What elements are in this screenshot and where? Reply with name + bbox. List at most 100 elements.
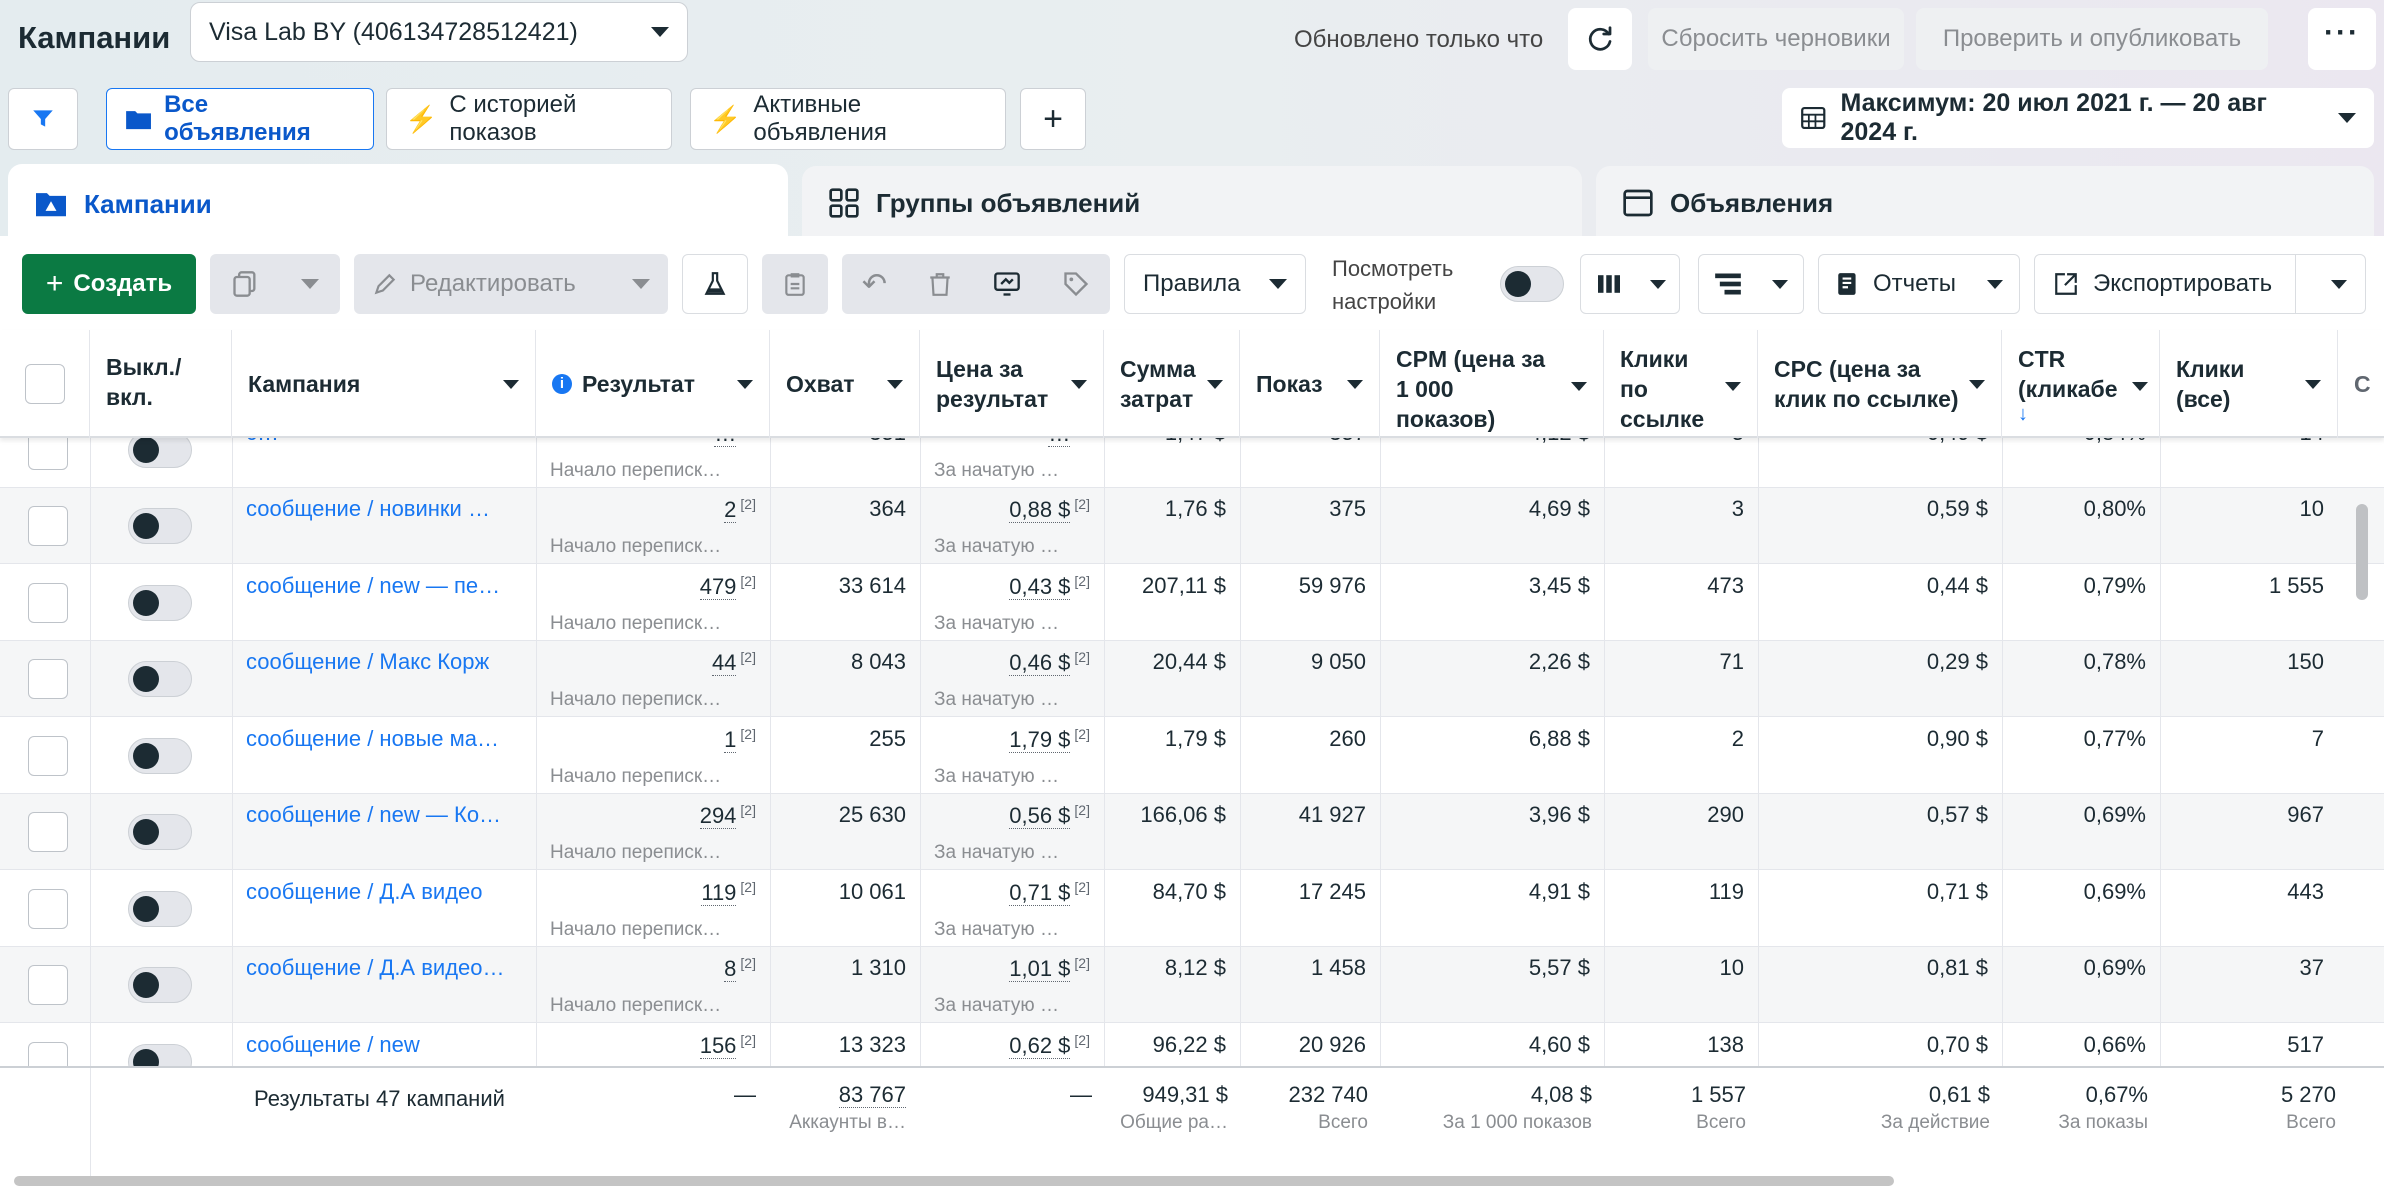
header-ctr[interactable]: CTR (кликабе ↓ bbox=[2002, 330, 2160, 438]
tab-active-ads[interactable]: ⚡ Активные объявления bbox=[690, 88, 1006, 150]
header-reach[interactable]: Охват bbox=[770, 330, 920, 438]
cell-spend: 1,79 $ bbox=[1164, 725, 1226, 751]
filter-button[interactable] bbox=[8, 88, 78, 150]
campaign-toggle[interactable] bbox=[128, 661, 192, 697]
table-row[interactable]: сообщение / Д.А видео… 8 [2] Начало перепис… bbox=[0, 947, 2384, 1023]
chevron-down-icon bbox=[1772, 279, 1788, 289]
ab-test-button[interactable] bbox=[682, 254, 748, 314]
cell-impr: 260 bbox=[1329, 725, 1366, 751]
cell-all: 7 bbox=[2311, 725, 2324, 751]
history-label: С историей показов bbox=[449, 91, 577, 146]
account-selector[interactable]: Visa Lab BY (406134728512421) bbox=[190, 2, 688, 62]
header-all-clicks[interactable]: Клики (все) bbox=[2160, 330, 2338, 438]
folder-icon bbox=[126, 111, 151, 130]
table-row[interactable]: сообщение / new — Ко… 294 [2] Начало перепи… bbox=[0, 794, 2384, 870]
sort-desc-arrow-icon: ↓ bbox=[2018, 403, 2028, 425]
rules-label: Правила bbox=[1143, 270, 1241, 297]
sort-caret-icon bbox=[2305, 379, 2321, 389]
edit-button[interactable]: Редактировать bbox=[354, 254, 668, 314]
tab-history[interactable]: ⚡ С историей показов bbox=[386, 88, 672, 150]
campaign-name-link[interactable]: сообщение / новые ма… bbox=[232, 718, 536, 794]
review-publish-button[interactable]: Проверить и опубликовать bbox=[1916, 8, 2268, 70]
campaign-name-link[interactable]: сообщение / Д.А видео… bbox=[232, 947, 536, 1023]
campaign-toggle[interactable] bbox=[128, 967, 192, 1003]
tab-ads[interactable]: Объявления bbox=[1596, 166, 2374, 240]
table-header: Выкл./вкл. Кампания i Результат Охват Цен… bbox=[0, 330, 2384, 438]
header-result[interactable]: i Результат bbox=[536, 330, 770, 438]
export-button[interactable]: Экспортировать bbox=[2034, 254, 2366, 314]
row-checkbox[interactable] bbox=[28, 888, 68, 929]
columns-icon bbox=[1597, 275, 1620, 293]
row-checkbox[interactable] bbox=[28, 812, 68, 852]
select-all-checkbox[interactable] bbox=[24, 364, 65, 404]
cell-reach: 364 bbox=[869, 496, 906, 521]
header-cpc[interactable]: CPC (цена за клик по ссылке) bbox=[1758, 330, 2002, 438]
header-cost-per-result[interactable]: Цена за результат bbox=[920, 330, 1104, 438]
header-campaign[interactable]: Кампания bbox=[232, 330, 536, 438]
add-view-button[interactable]: + bbox=[1020, 88, 1086, 150]
adsets-tab-label: Группы объявлений bbox=[876, 187, 1141, 218]
tab-all-ads[interactable]: Все объявления bbox=[106, 88, 374, 150]
rules-button[interactable]: Правила bbox=[1124, 254, 1306, 314]
footer-spend: 949,31 $ Общие ра… bbox=[1120, 1082, 1228, 1133]
cell-all: 967 bbox=[2287, 802, 2324, 827]
date-range-picker[interactable]: Максимум: 20 июл 2021 г. — 20 авг 2024 г… bbox=[1782, 88, 2374, 148]
header-impressions[interactable]: Показ bbox=[1240, 330, 1380, 438]
plus-icon: + bbox=[1043, 99, 1063, 138]
campaign-toggle[interactable] bbox=[128, 508, 192, 544]
footer-reach: 83 767 Аккаунты в… bbox=[789, 1082, 906, 1133]
cell-clicks: 473 bbox=[1707, 572, 1744, 598]
header-link-clicks[interactable]: Клики по ссылке bbox=[1604, 330, 1758, 438]
refresh-button[interactable] bbox=[1568, 8, 1632, 70]
campaign-name-link[interactable]: сообщение / Макс Корж bbox=[232, 641, 536, 717]
campaign-name-link[interactable]: сообщение / Д.А видео bbox=[232, 871, 536, 947]
row-checkbox[interactable] bbox=[28, 659, 68, 699]
tag-icon[interactable] bbox=[1062, 270, 1090, 298]
horizontal-scrollbar[interactable] bbox=[14, 1176, 1894, 1186]
row-checkbox[interactable] bbox=[28, 735, 68, 776]
column-divider bbox=[90, 438, 91, 1072]
table-row[interactable]: сообщение / new — пе… 479 [2] Начало перепи… bbox=[0, 565, 2384, 641]
campaign-toggle[interactable] bbox=[128, 737, 192, 774]
vertical-scrollbar[interactable] bbox=[2356, 504, 2368, 600]
header-spend[interactable]: Сумма затрат bbox=[1104, 330, 1240, 438]
tab-campaigns[interactable]: Кампании bbox=[8, 164, 788, 244]
campaign-toggle[interactable] bbox=[128, 814, 192, 850]
tab-adsets[interactable]: Группы объявлений bbox=[802, 166, 1582, 240]
column-divider bbox=[1240, 438, 1241, 1072]
discard-drafts-button[interactable]: Сбросить черновики bbox=[1648, 8, 1904, 70]
view-settings-toggle[interactable] bbox=[1500, 266, 1564, 308]
columns-button[interactable] bbox=[1580, 254, 1680, 314]
table-row[interactable]: сообщение / новые ма… 1 [2] Начало переписк… bbox=[0, 718, 2384, 794]
move-icon[interactable] bbox=[992, 270, 1022, 298]
duplicate-button[interactable] bbox=[210, 254, 340, 314]
row-checkbox[interactable] bbox=[28, 965, 68, 1005]
more-button[interactable]: ··· bbox=[2308, 8, 2376, 70]
footer-impressions: 232 740 Всего bbox=[1288, 1082, 1368, 1133]
campaign-name-link[interactable]: сообщение / new — Ко… bbox=[232, 794, 536, 870]
cell-impr: 1 458 bbox=[1310, 955, 1366, 980]
sort-caret-icon bbox=[737, 379, 753, 389]
row-checkbox[interactable] bbox=[28, 506, 68, 546]
breakdown-button[interactable] bbox=[1698, 254, 1804, 314]
reports-button[interactable]: Отчеты bbox=[1818, 254, 2020, 314]
campaign-toggle[interactable] bbox=[128, 584, 192, 621]
undo-icon[interactable]: ↶ bbox=[862, 267, 887, 302]
campaign-name-link[interactable]: сообщение / новинки … bbox=[232, 488, 536, 564]
campaign-toggle[interactable] bbox=[128, 890, 192, 927]
clipboard-button[interactable] bbox=[762, 254, 828, 314]
divider bbox=[2295, 255, 2296, 313]
select-all-cell bbox=[0, 330, 90, 438]
table-row[interactable]: сообщение / Макс Корж 44 [2] Начало перепис… bbox=[0, 641, 2384, 717]
trash-icon[interactable] bbox=[927, 270, 953, 298]
table-row[interactable]: сообщение / Д.А видео 119 [2] Начало перепи… bbox=[0, 871, 2384, 947]
cell-cpr: 0,71 $ [2] За начатую … bbox=[934, 878, 1090, 940]
create-button[interactable]: + Создать bbox=[22, 254, 196, 314]
chevron-down-icon bbox=[2338, 113, 2356, 123]
row-checkbox[interactable] bbox=[28, 582, 68, 623]
header-cpm[interactable]: CPM (цена за 1 000 показов) bbox=[1380, 330, 1604, 438]
table-row[interactable]: сообщение / новинки … 2 [2] Начало переписк… bbox=[0, 488, 2384, 564]
footer-cpc: 0,61 $ За действие bbox=[1880, 1082, 1990, 1133]
campaign-name-link[interactable]: сообщение / new — пе… bbox=[232, 565, 536, 641]
cell-cpc: 0,81 $ bbox=[1926, 955, 1988, 980]
